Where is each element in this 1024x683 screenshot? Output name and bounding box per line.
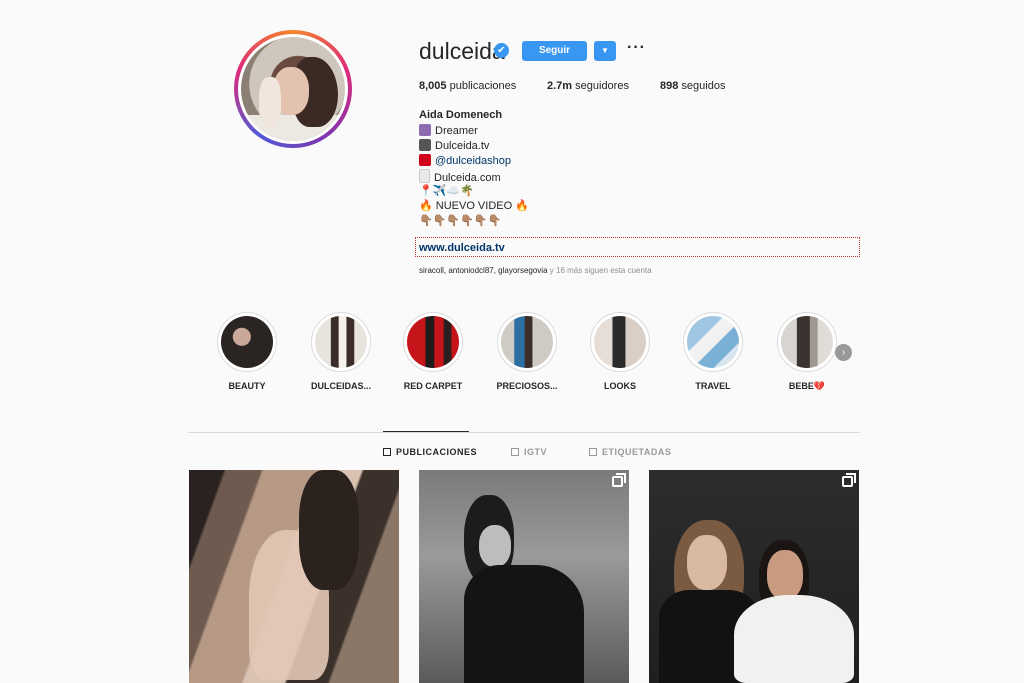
woman-icon: [419, 124, 431, 136]
highlight-preciosos[interactable]: PRECIOSOS...: [487, 312, 567, 391]
stat-followers[interactable]: 2.7m seguidores: [547, 80, 629, 92]
website-link[interactable]: www.dulceida.tv: [419, 242, 505, 254]
highlights-next-icon[interactable]: ›: [835, 344, 852, 361]
bio-name: Aida Domenech: [419, 109, 503, 121]
stat-following[interactable]: 898 seguidos: [660, 80, 725, 92]
tab-igtv[interactable]: IGTV: [511, 447, 547, 457]
chevron-down-icon[interactable]: ▼: [594, 41, 616, 61]
travel-emoji-line: 📍✈️☁️🌴: [419, 185, 474, 197]
highlight-beauty[interactable]: BEAUTY: [207, 312, 287, 391]
verified-badge-icon: ✔: [494, 43, 509, 58]
bio-lines: Dreamer Dulceida.tv @dulceidashop Dulcei…: [419, 124, 529, 227]
post-thumbnail[interactable]: [419, 470, 629, 683]
new-video-line: 🔥 NUEVO VIDEO 🔥: [419, 200, 529, 212]
tagged-icon: [589, 448, 597, 456]
highlight-dulceidas[interactable]: DULCEIDAS...: [301, 312, 381, 391]
igtv-icon: [511, 448, 519, 456]
highlight-travel[interactable]: TRAVEL: [673, 312, 753, 391]
highlight-looks[interactable]: LOOKS: [580, 312, 660, 391]
pointing-down-line: 👇🏽👇🏽👇🏽👇🏽👇🏽👇🏽: [419, 215, 502, 227]
follow-button[interactable]: Seguir: [522, 41, 587, 61]
multiple-posts-icon: [612, 473, 626, 487]
post-thumbnail[interactable]: [189, 470, 399, 683]
dress-icon: [419, 154, 431, 166]
multiple-posts-icon: [842, 473, 856, 487]
post-thumbnail[interactable]: [649, 470, 859, 683]
stat-posts: 8,005 publicaciones: [419, 80, 517, 92]
grid-icon: [383, 448, 391, 456]
shop-mention-link[interactable]: @dulceidashop: [435, 155, 511, 167]
active-tab-indicator: [383, 431, 469, 432]
phone-icon: [419, 169, 430, 183]
profile-username: dulceida: [419, 38, 505, 64]
profile-avatar[interactable]: [234, 30, 352, 148]
tabs-divider: [188, 432, 860, 433]
highlight-red-carpet[interactable]: RED CARPET: [393, 312, 473, 391]
followed-by-text[interactable]: siracoll, antoniodcl87, glayorsegovia y …: [419, 266, 652, 275]
more-options-icon[interactable]: ···: [627, 39, 646, 57]
tab-etiquetadas[interactable]: ETIQUETADAS: [589, 447, 671, 457]
tab-publicaciones[interactable]: PUBLICACIONES: [383, 447, 477, 457]
tv-icon: [419, 139, 431, 151]
